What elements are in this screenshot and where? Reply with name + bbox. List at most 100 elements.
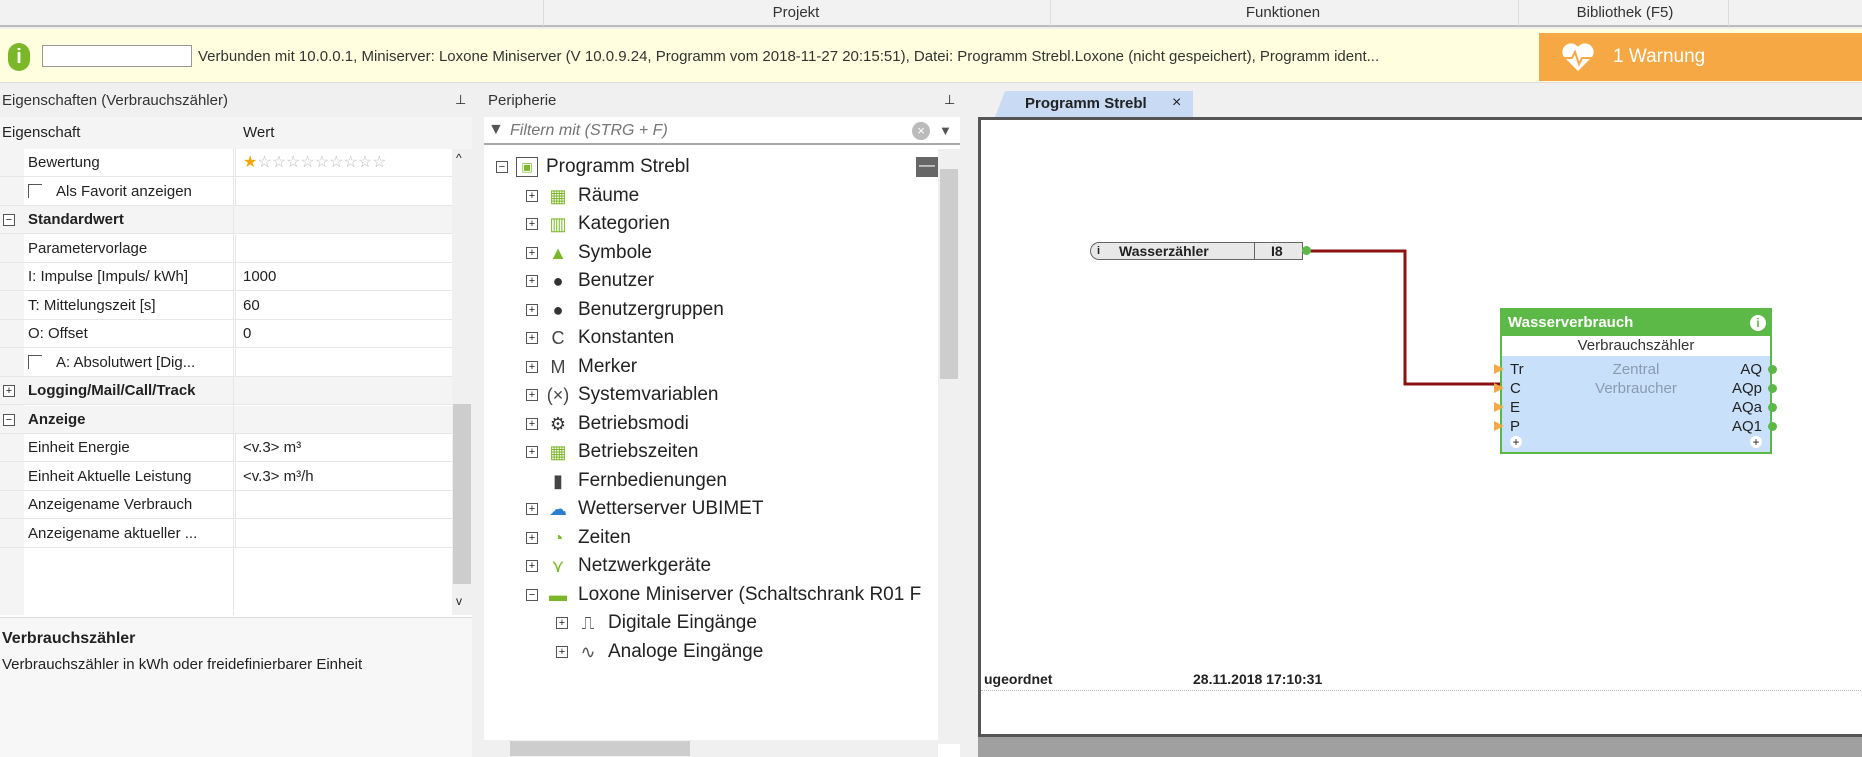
- expand-icon[interactable]: +: [526, 218, 538, 230]
- property-row[interactable]: Als Favorit anzeigen: [0, 177, 452, 206]
- tree-item[interactable]: + ● Benutzer: [526, 266, 654, 296]
- property-row[interactable]: O: Offset 0: [0, 320, 452, 348]
- checkbox[interactable]: [28, 183, 42, 198]
- scroll-down-icon[interactable]: v: [456, 594, 462, 608]
- menu-funktionen[interactable]: Funktionen: [1220, 4, 1346, 21]
- collapse-icon[interactable]: −: [526, 588, 538, 601]
- star-icon[interactable]: ☆: [300, 154, 314, 171]
- tree-item[interactable]: + ▦ Betriebszeiten: [526, 437, 698, 467]
- warning-button[interactable]: 1 Warnung: [1539, 33, 1862, 81]
- tree-item[interactable]: + (×) Systemvariablen: [526, 380, 718, 410]
- property-row[interactable]: Bewertung ★☆☆☆☆☆☆☆☆☆: [0, 149, 452, 177]
- star-icon[interactable]: ☆: [257, 154, 271, 171]
- property-category[interactable]: − Anzeige: [0, 405, 452, 434]
- canvas-hscrollbar[interactable]: [978, 737, 1862, 757]
- output-port[interactable]: [1768, 403, 1777, 412]
- star-icon[interactable]: ☆: [372, 154, 386, 171]
- expand-icon[interactable]: +: [556, 645, 568, 658]
- output-port[interactable]: [1768, 422, 1777, 431]
- tree-item[interactable]: + ▥ Kategorien: [526, 209, 670, 239]
- property-value[interactable]: <v.3> m³/h: [243, 463, 314, 491]
- column-header-value[interactable]: Wert: [243, 117, 274, 149]
- hscroll-thumb[interactable]: [510, 741, 690, 756]
- property-row[interactable]: Anzeigename Verbrauch: [0, 491, 452, 519]
- expand-icon[interactable]: +: [526, 389, 538, 401]
- info-icon[interactable]: i: [1750, 315, 1766, 331]
- tree-item[interactable]: +▮Fernbedienungen: [526, 466, 727, 496]
- tree-item[interactable]: + C Konstanten: [526, 323, 674, 353]
- tree-hscrollbar[interactable]: [484, 740, 938, 757]
- pin-icon[interactable]: ⊥: [455, 92, 466, 108]
- add-input-icon[interactable]: +: [1510, 436, 1522, 448]
- property-row[interactable]: Anzeigename aktueller ...: [0, 519, 452, 548]
- expand-icon[interactable]: +: [526, 446, 538, 458]
- property-row[interactable]: Parametervorlage: [0, 234, 452, 263]
- property-value[interactable]: 60: [243, 292, 260, 320]
- property-value[interactable]: <v.3> m³: [243, 434, 301, 462]
- input-block-wasserzaehler[interactable]: i Wasserzähler I8: [1090, 242, 1311, 260]
- property-value[interactable]: 1000: [243, 263, 276, 291]
- menu-bibliothek[interactable]: Bibliothek (F5): [1560, 4, 1690, 21]
- expand-icon[interactable]: +: [526, 360, 538, 373]
- tree-subitem[interactable]: + ∿ Analoge Eingänge: [556, 637, 763, 667]
- tree-item[interactable]: + ▦ Räume: [526, 181, 639, 211]
- expand-icon[interactable]: +: [526, 417, 538, 430]
- info-input[interactable]: [42, 45, 192, 67]
- star-icon[interactable]: ★: [243, 154, 257, 171]
- clear-icon[interactable]: ×: [912, 122, 930, 140]
- tree-item[interactable]: − ▬ Loxone Miniserver (Schaltschrank R01 F: [526, 580, 921, 610]
- program-canvas[interactable]: i Wasserzähler I8 Wasserverbrauch i Verb…: [978, 117, 1862, 737]
- star-icon[interactable]: ☆: [343, 154, 357, 171]
- tree-item[interactable]: + ☁ Wetterserver UBIMET: [526, 494, 763, 524]
- collapse-icon[interactable]: −: [3, 214, 15, 226]
- expand-icon[interactable]: +: [526, 246, 538, 259]
- scroll-up-icon[interactable]: ^: [456, 151, 462, 165]
- star-icon[interactable]: ☆: [315, 154, 329, 171]
- star-icon[interactable]: ☆: [358, 154, 372, 171]
- tree-subitem[interactable]: + ⎍ Digitale Eingänge: [556, 608, 757, 638]
- filter-input[interactable]: [510, 121, 890, 141]
- property-row[interactable]: Einheit Aktuelle Leistung <v.3> m³/h: [0, 462, 452, 491]
- collapse-icon[interactable]: −: [496, 161, 508, 173]
- property-row[interactable]: I: Impulse [Impuls/ kWh] 1000: [0, 263, 452, 291]
- tree-item[interactable]: + ⚙ Betriebsmodi: [526, 409, 689, 439]
- function-block-wasserverbrauch[interactable]: Wasserverbrauch i Verbrauchszähler Zentr…: [1494, 308, 1777, 454]
- property-value[interactable]: 0: [243, 320, 251, 348]
- checkbox[interactable]: [28, 354, 42, 369]
- collapse-all-button[interactable]: —: [916, 157, 938, 177]
- tree-item[interactable]: + ⋎ Netzwerkgeräte: [526, 551, 711, 581]
- expand-icon[interactable]: +: [526, 332, 538, 344]
- menu-projekt[interactable]: Projekt: [743, 4, 849, 21]
- output-port[interactable]: [1768, 365, 1777, 374]
- dropdown-icon[interactable]: ▼: [939, 123, 952, 138]
- property-category[interactable]: − Standardwert: [0, 206, 452, 234]
- property-row[interactable]: A: Absolutwert [Dig...: [0, 348, 452, 377]
- property-category[interactable]: + Logging/Mail/Call/Track: [0, 377, 452, 405]
- star-icon[interactable]: ☆: [286, 154, 300, 171]
- close-icon[interactable]: ×: [1172, 94, 1181, 112]
- property-row[interactable]: T: Mittelungszeit [s] 60: [0, 291, 452, 320]
- star-icon[interactable]: ☆: [272, 154, 286, 171]
- output-port[interactable]: [1768, 384, 1777, 393]
- output-port[interactable]: [1302, 246, 1311, 255]
- scroll-thumb[interactable]: [940, 169, 958, 379]
- property-row[interactable]: Einheit Energie <v.3> m³: [0, 434, 452, 462]
- expand-icon[interactable]: +: [556, 617, 568, 629]
- properties-scrollbar[interactable]: ^ v: [452, 149, 472, 615]
- expand-icon[interactable]: +: [526, 560, 538, 572]
- expand-icon[interactable]: +: [526, 503, 538, 515]
- tab-programm-strebl[interactable]: Programm Strebl ×: [995, 91, 1193, 117]
- expand-icon[interactable]: +: [526, 189, 538, 202]
- tree-item[interactable]: + M Merker: [526, 352, 637, 382]
- rating-stars[interactable]: ★☆☆☆☆☆☆☆☆☆: [243, 149, 386, 177]
- column-header-property[interactable]: Eigenschaft: [2, 117, 80, 149]
- star-icon[interactable]: ☆: [329, 154, 343, 171]
- tree-item[interactable]: + ▲ Symbole: [526, 238, 652, 268]
- expand-icon[interactable]: +: [3, 385, 15, 397]
- add-output-icon[interactable]: +: [1750, 436, 1762, 448]
- pin-icon[interactable]: ⊥: [944, 92, 955, 108]
- scroll-thumb[interactable]: [453, 404, 471, 584]
- tree-root[interactable]: − ▣ Programm Strebl: [496, 152, 690, 182]
- collapse-icon[interactable]: −: [3, 413, 15, 426]
- expand-icon[interactable]: +: [526, 303, 538, 316]
